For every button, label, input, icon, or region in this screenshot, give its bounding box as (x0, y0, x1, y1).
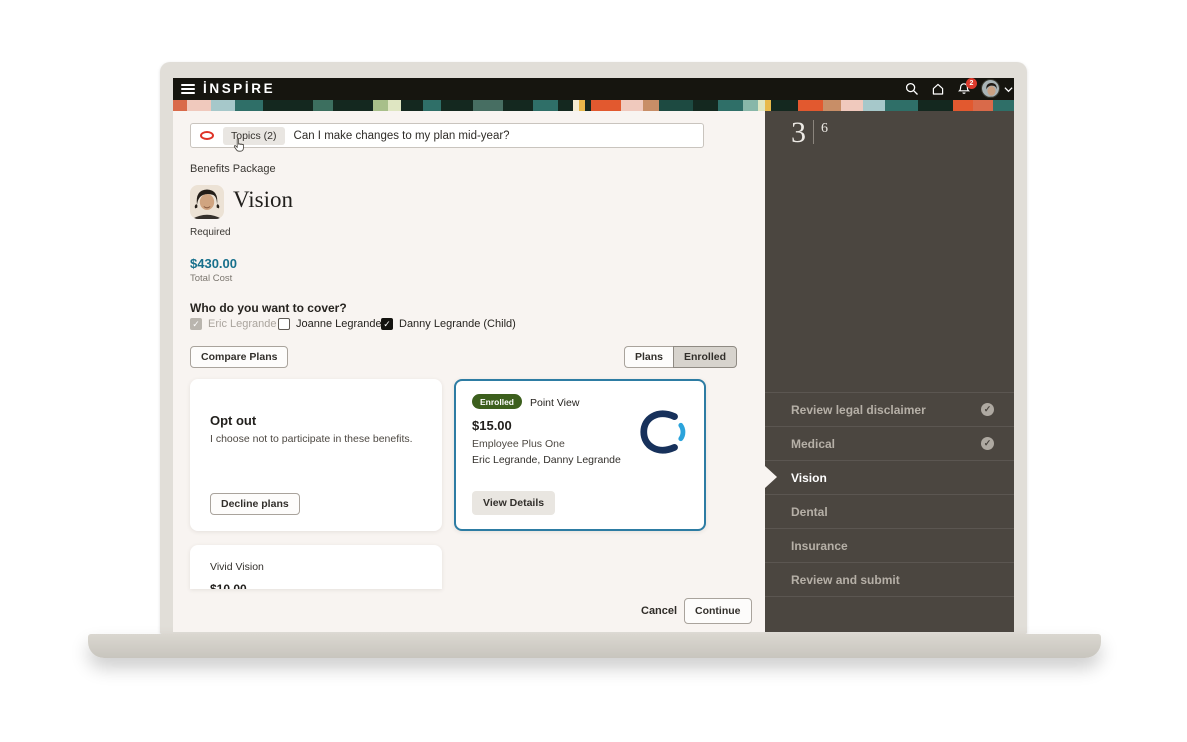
required-label: Required (190, 227, 231, 238)
option-label: Danny Legrande (Child) (399, 318, 516, 330)
laptop-base (88, 634, 1101, 658)
app-screen: İNSPİRE 2 (173, 78, 1014, 632)
opt-out-description: I choose not to participate in these ben… (210, 433, 413, 445)
plan-tier: Employee Plus One (472, 438, 565, 450)
enrolled-badge: Enrolled (472, 394, 522, 409)
decline-plans-button[interactable]: Decline plans (210, 493, 300, 515)
decorative-banner (173, 100, 1014, 111)
steps-list: Review legal disclaimer ✓ Medical ✓ Visi… (765, 392, 1014, 597)
checkbox-checked-icon: ✓ (381, 318, 393, 330)
plan-price-partial: $10.00 (210, 582, 247, 589)
avatar[interactable] (981, 79, 1000, 98)
total-cost-value: $430.00 (190, 256, 237, 271)
enrolled-plan-card: Enrolled Point View $15.00 Employee Plus… (454, 379, 706, 531)
app-logo: İNSPİRE (203, 81, 275, 96)
checkbox-danny-legrande[interactable]: ✓ Danny Legrande (Child) (381, 318, 516, 330)
point-view-logo-icon (638, 409, 688, 455)
main-content: Topics (2) Can I make changes to my plan… (173, 111, 765, 632)
cover-question: Who do you want to cover? (190, 301, 347, 315)
step-indicator: 3 6 (791, 118, 828, 148)
cover-options: ✓ Eric Legrande Joanne Legrande ✓ Danny … (190, 318, 750, 332)
enrollment-steps-sidebar: 3 6 Review legal disclaimer ✓ Medical ✓ … (765, 111, 1014, 632)
check-circle-icon: ✓ (981, 437, 994, 450)
check-circle-icon: ✓ (981, 403, 994, 416)
step-current: 3 (791, 118, 806, 148)
sidebar-item-vision[interactable]: Vision (765, 460, 1014, 494)
mouse-cursor-icon (233, 138, 245, 152)
continue-button[interactable]: Continue (684, 598, 752, 624)
sidebar-item-medical[interactable]: Medical ✓ (765, 426, 1014, 460)
opt-out-title: Opt out (210, 413, 256, 428)
search-query-text: Can I make changes to my plan mid-year? (294, 130, 510, 142)
plan-name: Point View (530, 397, 579, 409)
laptop-mockup: İNSPİRE 2 (0, 0, 1187, 742)
compare-plans-button[interactable]: Compare Plans (190, 346, 288, 368)
sidebar-item-review-and-submit[interactable]: Review and submit (765, 562, 1014, 596)
checkbox-joanne-legrande[interactable]: Joanne Legrande (278, 318, 382, 330)
option-label: Eric Legrande (208, 318, 277, 330)
checkbox-checked-disabled-icon: ✓ (190, 318, 202, 330)
home-icon[interactable] (931, 82, 945, 96)
benefits-package-label: Benefits Package (190, 163, 276, 175)
sidebar-item-insurance[interactable]: Insurance (765, 528, 1014, 562)
search-icon[interactable] (905, 82, 919, 96)
view-details-button[interactable]: View Details (472, 491, 555, 515)
plan-name: Vivid Vision (210, 561, 264, 573)
checkbox-unchecked-icon (278, 318, 290, 330)
menu-icon[interactable] (181, 84, 195, 94)
opt-out-card: Opt out I choose not to participate in t… (190, 379, 442, 531)
step-total: 6 (821, 121, 828, 137)
chevron-down-icon[interactable] (1004, 85, 1013, 94)
search-input[interactable]: Topics (2) Can I make changes to my plan… (190, 123, 704, 148)
plan-members: Eric Legrande, Danny Legrande (472, 454, 621, 466)
page-title: Vision (233, 187, 293, 213)
notification-badge: 2 (966, 78, 977, 89)
top-navigation-bar: İNSPİRE 2 (173, 78, 1014, 100)
toggle-enrolled[interactable]: Enrolled (673, 346, 737, 368)
step-divider (813, 120, 814, 144)
total-cost-label: Total Cost (190, 273, 232, 284)
option-label: Joanne Legrande (296, 318, 382, 330)
plans-enrolled-toggle: Plans Enrolled (624, 346, 737, 368)
plan-avatar (190, 185, 224, 219)
oracle-logo-icon (200, 131, 214, 140)
toggle-plans[interactable]: Plans (624, 346, 673, 368)
plan-price: $15.00 (472, 418, 512, 433)
sidebar-item-review-legal-disclaimer[interactable]: Review legal disclaimer ✓ (765, 392, 1014, 426)
cancel-button[interactable]: Cancel (641, 605, 677, 617)
checkbox-eric-legrande[interactable]: ✓ Eric Legrande (190, 318, 277, 330)
sidebar-item-dental[interactable]: Dental (765, 494, 1014, 528)
active-step-arrow (765, 466, 777, 488)
vivid-vision-card[interactable]: Vivid Vision $10.00 (190, 545, 442, 589)
